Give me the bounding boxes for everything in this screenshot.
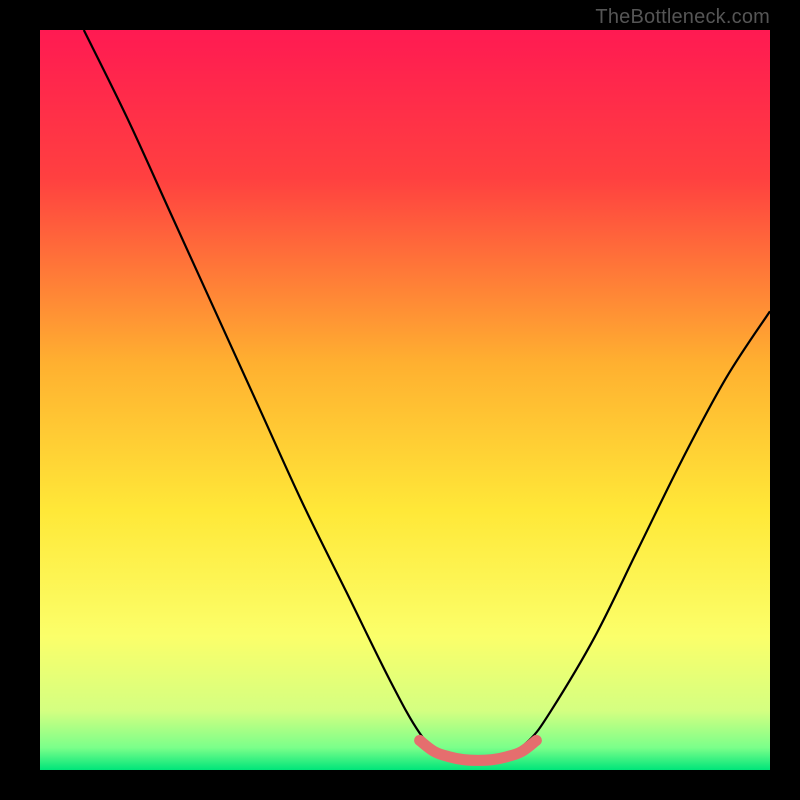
plot-area bbox=[40, 30, 770, 770]
bottleneck-curve bbox=[84, 30, 770, 764]
watermark-text: TheBottleneck.com bbox=[595, 6, 770, 29]
chart-container: TheBottleneck.com bbox=[0, 0, 800, 800]
optimum-marker bbox=[420, 740, 537, 760]
curve-layer bbox=[40, 30, 770, 770]
